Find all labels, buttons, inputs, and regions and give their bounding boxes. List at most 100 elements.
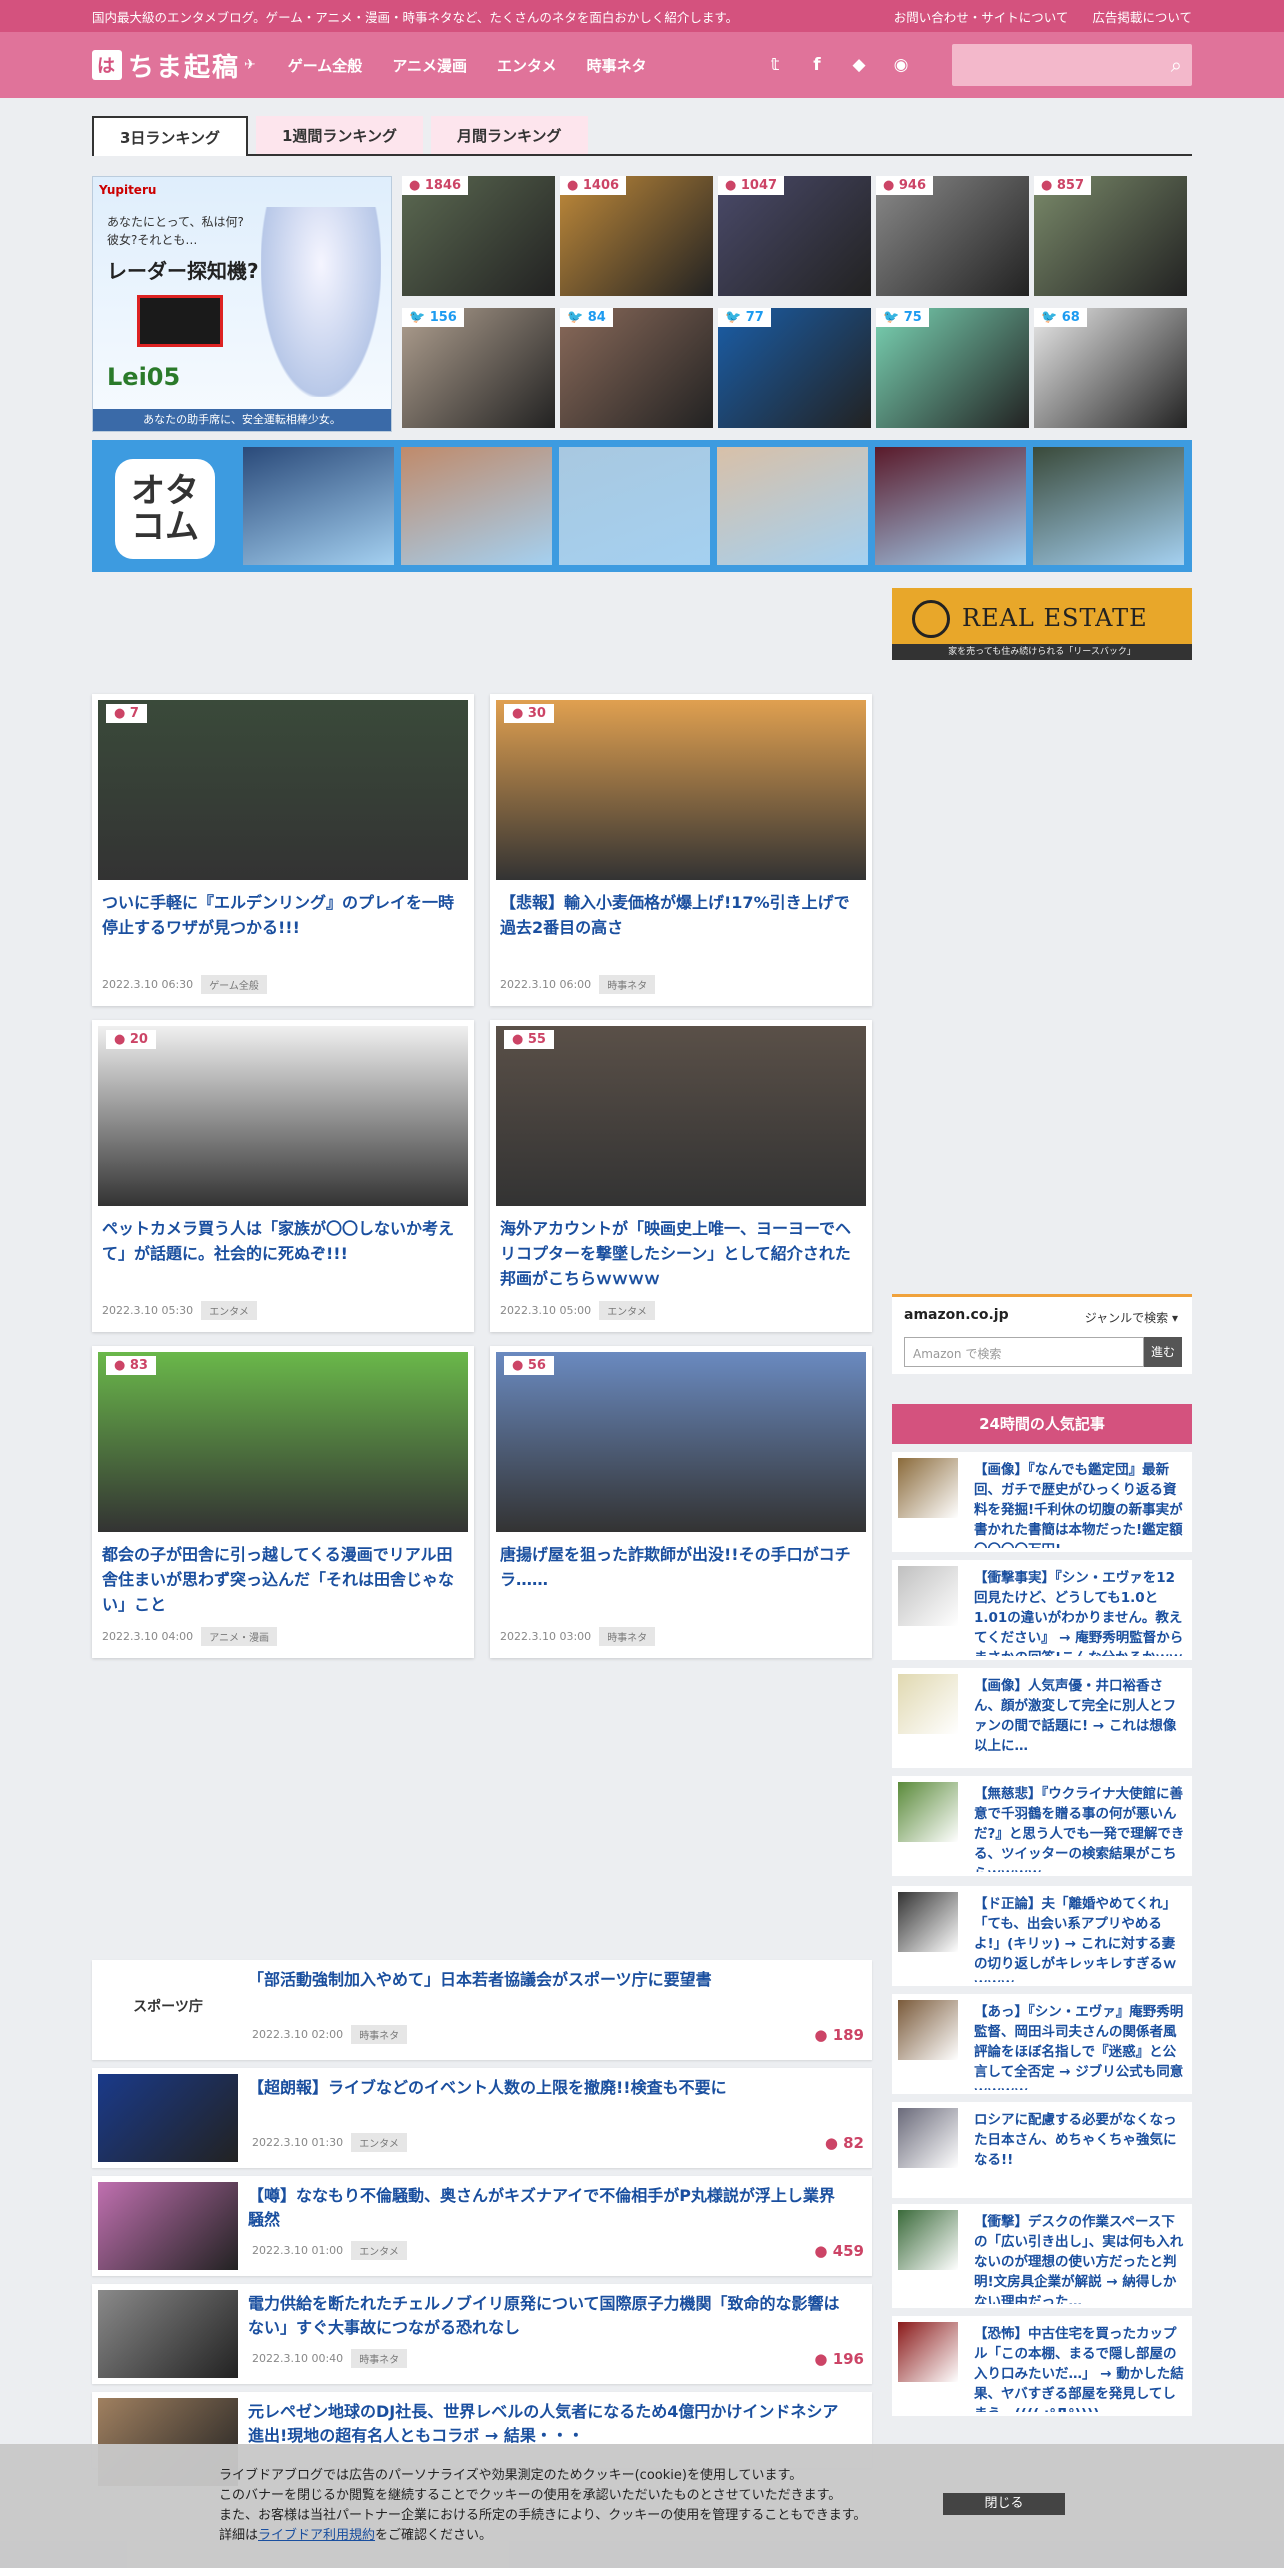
article-card[interactable]: ● 55 海外アカウントが「映画史上唯一、ヨーヨーでヘリコプターを撃墜したシーン」… — [490, 1020, 872, 1332]
popular-title[interactable]: 【あっ】『シン・エヴァ』庵野秀明監督、岡田斗司夫さんの関係者風評論をほぼ名指しで… — [974, 2002, 1186, 2090]
article-card[interactable]: ● 56 唐揚げ屋を狙った詐欺師が出没!!その手口がコチラ…… 2022.3.10 … — [490, 1346, 872, 1658]
logo-text: ちま起稿 — [128, 52, 241, 83]
otaku-banner-image[interactable] — [1033, 447, 1184, 565]
popular-item[interactable]: 【画像】『なんでも鑑定団』最新回、ガチで歴史がひっくり返る資料を発掘!千利休の切… — [892, 1452, 1192, 1552]
contact-link[interactable]: お問い合わせ・サイトについて — [894, 10, 1069, 25]
popular-item[interactable]: 【あっ】『シン・エヴァ』庵野秀明監督、岡田斗司夫さんの関係者風評論をほぼ名指しで… — [892, 1994, 1192, 2094]
list-title[interactable]: 【噂】ななもり不倫騒動、奥さんがキズナアイで不倫相手がP丸様説が浮上し業界騒然 — [248, 2184, 848, 2232]
ranking-thumb[interactable]: ● 1846 — [402, 176, 555, 296]
radar-ad-banner[interactable]: Yupiteru あなたにとって、私は何? 彼女?それとも… レーダー探知機? … — [92, 176, 392, 432]
list-item[interactable]: 【噂】ななもり不倫騒動、奥さんがキズナアイで不倫相手がP丸様説が浮上し業界騒然 2… — [92, 2176, 872, 2276]
feedly-icon[interactable]: ◆ — [838, 55, 880, 75]
popular-item[interactable]: 【衝撃事実】『シン・エヴァを12回見たけど、どうしても1.0と1.01の違いがわ… — [892, 1560, 1192, 1660]
terms-link[interactable]: ライブドア利用規約 — [258, 2528, 375, 2543]
article-title[interactable]: 海外アカウントが「映画史上唯一、ヨーヨーでヘリコプターを撃墜したシーン」として紹… — [500, 1216, 862, 1291]
amazon-search-input[interactable]: Amazon で検索 — [904, 1337, 1144, 1367]
popular-item[interactable]: 【衝撃】デスクの作業スペース下の「広い引き出し」、実は何も入れないのが理想の使い… — [892, 2204, 1192, 2308]
category-tag[interactable]: エンタメ — [351, 2241, 407, 2260]
category-tag[interactable]: エンタメ — [599, 1301, 655, 1320]
comment-badge: ● 20 — [106, 1030, 156, 1049]
ranking-thumb[interactable]: ● 857 — [1034, 176, 1187, 296]
list-title[interactable]: 「部活動強制加入やめて」日本若者協議会がスポーツ庁に要望書 — [248, 1968, 848, 1992]
count-badge: ● 1047 — [718, 176, 785, 195]
article-card[interactable]: ● 20 ペットカメラ買う人は「家族が〇〇しないか考えて」が話題に。社会的に死ぬぞ… — [92, 1020, 474, 1332]
facebook-icon[interactable]: f — [796, 55, 838, 75]
popular-title[interactable]: 【衝撃事実】『シン・エヴァを12回見たけど、どうしても1.0と1.01の違いがわ… — [974, 1568, 1186, 1656]
popular-item[interactable]: ロシアに配慮する必要がなくなった日本さん、めちゃくちゃ強気になる!! — [892, 2102, 1192, 2198]
search-icon[interactable]: ⌕ — [1171, 53, 1182, 77]
nav-item-games[interactable]: ゲーム全般 — [288, 55, 363, 76]
nav-item-entertainment[interactable]: エンタメ — [497, 55, 557, 76]
ranking-thumb[interactable]: 🐦 77 — [718, 308, 871, 428]
tab-3day[interactable]: 3日ランキング — [92, 116, 248, 156]
tab-monthly[interactable]: 月間ランキング — [431, 116, 588, 154]
popular-title[interactable]: 【画像】人気声優・井口裕香さん、顔が激変して完全に別人とファンの間で話題に! →… — [974, 1676, 1186, 1764]
amazon-search-button[interactable]: 進む — [1144, 1337, 1182, 1367]
ranking-thumb[interactable]: 🐦 156 — [402, 308, 555, 428]
list-title[interactable]: 電力供給を断たれたチェルノブイリ原発について国際原子力機関「致命的な影響はない」… — [248, 2292, 848, 2340]
category-tag[interactable]: 時事ネタ — [351, 2349, 408, 2368]
list-item[interactable]: スポーツ庁 「部活動強制加入やめて」日本若者協議会がスポーツ庁に要望書 2022.3… — [92, 1960, 872, 2060]
popular-item[interactable]: 【画像】人気声優・井口裕香さん、顔が激変して完全に別人とファンの間で話題に! →… — [892, 1668, 1192, 1768]
popular-title[interactable]: 【無慈悲】『ウクライナ大使館に善意で千羽鶴を贈る事の何が悪いんだ?』と思う人でも… — [974, 1784, 1186, 1872]
cookie-close-button[interactable]: 閉じる — [943, 2493, 1065, 2515]
article-title[interactable]: ペットカメラ買う人は「家族が〇〇しないか考えて」が話題に。社会的に死ぬぞ!!! — [102, 1216, 464, 1266]
comment-icon: ● — [409, 178, 425, 193]
ranking-thumb[interactable]: ● 946 — [876, 176, 1029, 296]
ranking-thumb[interactable]: ● 1406 — [560, 176, 713, 296]
popular-item[interactable]: 【恐怖】中古住宅を買ったカップル「この本棚、まるで隠し部屋の入り口みたいだ…」 … — [892, 2316, 1192, 2416]
twitter-icon[interactable]: 𝕥 — [754, 55, 796, 75]
ranking-thumb[interactable]: 🐦 84 — [560, 308, 713, 428]
ad-link[interactable]: 広告掲載について — [1092, 10, 1192, 25]
real-estate-ad[interactable]: REAL ESTATE 家を売っても住み続けられる「リースバック」 — [892, 588, 1192, 660]
otaku-banner-image[interactable] — [401, 447, 552, 565]
otaku-banner-image[interactable] — [559, 447, 710, 565]
comment-count: 196 — [832, 2350, 864, 2368]
ranking-thumb[interactable]: 🐦 75 — [876, 308, 1029, 428]
list-title[interactable]: 元レペゼン地球のDJ社長、世界レベルの人気者になるため4億円かけインドネシア進出… — [248, 2400, 848, 2448]
article-title[interactable]: 唐揚げ屋を狙った詐欺師が出没!!その手口がコチラ…… — [500, 1542, 862, 1592]
otaku-banner-image[interactable] — [875, 447, 1026, 565]
popular-title[interactable]: 【ド正論】夫「離婚やめてくれ」「ても、出会い系アプリやめるよ!」(キリッ) → … — [974, 1894, 1186, 1982]
nav-item-anime[interactable]: アニメ漫画 — [392, 55, 467, 76]
otaku-banner[interactable]: オタ コム — [92, 440, 1192, 572]
category-tag[interactable]: 時事ネタ — [599, 975, 656, 994]
comment-icon: ● — [814, 2350, 833, 2368]
list-title[interactable]: 【超朗報】ライブなどのイベント人数の上限を撤廃!!検査も不要に — [248, 2076, 848, 2100]
popular-item[interactable]: 【ド正論】夫「離婚やめてくれ」「ても、出会い系アプリやめるよ!」(キリッ) → … — [892, 1886, 1192, 1986]
category-tag[interactable]: ゲーム全般 — [201, 975, 267, 994]
popular-title[interactable]: 【画像】『なんでも鑑定団』最新回、ガチで歴史がひっくり返る資料を発掘!千利休の切… — [974, 1460, 1186, 1548]
popular-item[interactable]: 【無慈悲】『ウクライナ大使館に善意で千羽鶴を贈る事の何が悪いんだ?』と思う人でも… — [892, 1776, 1192, 1876]
search-input[interactable]: ⌕ — [952, 44, 1192, 86]
article-title[interactable]: ついに手軽に『エルデンリング』のプレイを一時停止するワザが見つかる!!! — [102, 890, 464, 940]
article-card[interactable]: ● 30 【悲報】輸入小麦価格が爆上げ!17%引き上げで過去2番目の高さ 2022.… — [490, 694, 872, 1006]
ranking-grid: Yupiteru あなたにとって、私は何? 彼女?それとも… レーダー探知機? … — [92, 176, 1192, 432]
article-card[interactable]: ● 7 ついに手軽に『エルデンリング』のプレイを一時停止するワザが見つかる!!! 2… — [92, 694, 474, 1006]
site-logo[interactable]: は ちま起稿 ✈ — [92, 47, 258, 84]
category-tag[interactable]: エンタメ — [351, 2133, 407, 2152]
otaku-banner-image[interactable] — [243, 447, 394, 565]
popular-title[interactable]: ロシアに配慮する必要がなくなった日本さん、めちゃくちゃ強気になる!! — [974, 2110, 1186, 2194]
otaku-banner-image[interactable] — [717, 447, 868, 565]
count-value: 1406 — [582, 178, 620, 193]
tab-1week[interactable]: 1週間ランキング — [256, 116, 423, 154]
amazon-genre-select[interactable]: ジャンルで検索 ▾ — [1085, 1309, 1178, 1326]
list-item[interactable]: 【超朗報】ライブなどのイベント人数の上限を撤廃!!検査も不要に 2022.3.10… — [92, 2068, 872, 2168]
list-item[interactable]: 電力供給を断たれたチェルノブイリ原発について国際原子力機関「致命的な影響はない」… — [92, 2284, 872, 2384]
comment-icon: ● — [567, 178, 583, 193]
ranking-thumb[interactable]: 🐦 68 — [1034, 308, 1187, 428]
category-tag[interactable]: 時事ネタ — [599, 1627, 656, 1646]
nav-item-news[interactable]: 時事ネタ — [587, 55, 647, 76]
article-title[interactable]: 都会の子が田舎に引っ越してくる漫画でリアル田舎住まいが思わず突っ込んだ「それは田… — [102, 1542, 464, 1617]
rss-icon[interactable]: ◉ — [880, 55, 922, 75]
ranking-thumb[interactable]: ● 1047 — [718, 176, 871, 296]
article-card[interactable]: ● 83 都会の子が田舎に引っ越してくる漫画でリアル田舎住まいが思わず突っ込んだ「… — [92, 1346, 474, 1658]
category-tag[interactable]: 時事ネタ — [351, 2025, 408, 2044]
popular-title[interactable]: 【衝撃】デスクの作業スペース下の「広い引き出し」、実は何も入れないのが理想の使い… — [974, 2212, 1186, 2304]
category-tag[interactable]: アニメ・漫画 — [201, 1627, 277, 1646]
popular-title[interactable]: 【恐怖】中古住宅を買ったカップル「この本棚、まるで隠し部屋の入り口みたいだ…」 … — [974, 2324, 1186, 2412]
article-thumbnail — [98, 1352, 468, 1532]
social-links: 𝕥 f ◆ ◉ — [754, 55, 922, 75]
article-title[interactable]: 【悲報】輸入小麦価格が爆上げ!17%引き上げで過去2番目の高さ — [500, 890, 862, 940]
category-tag[interactable]: エンタメ — [201, 1301, 257, 1320]
